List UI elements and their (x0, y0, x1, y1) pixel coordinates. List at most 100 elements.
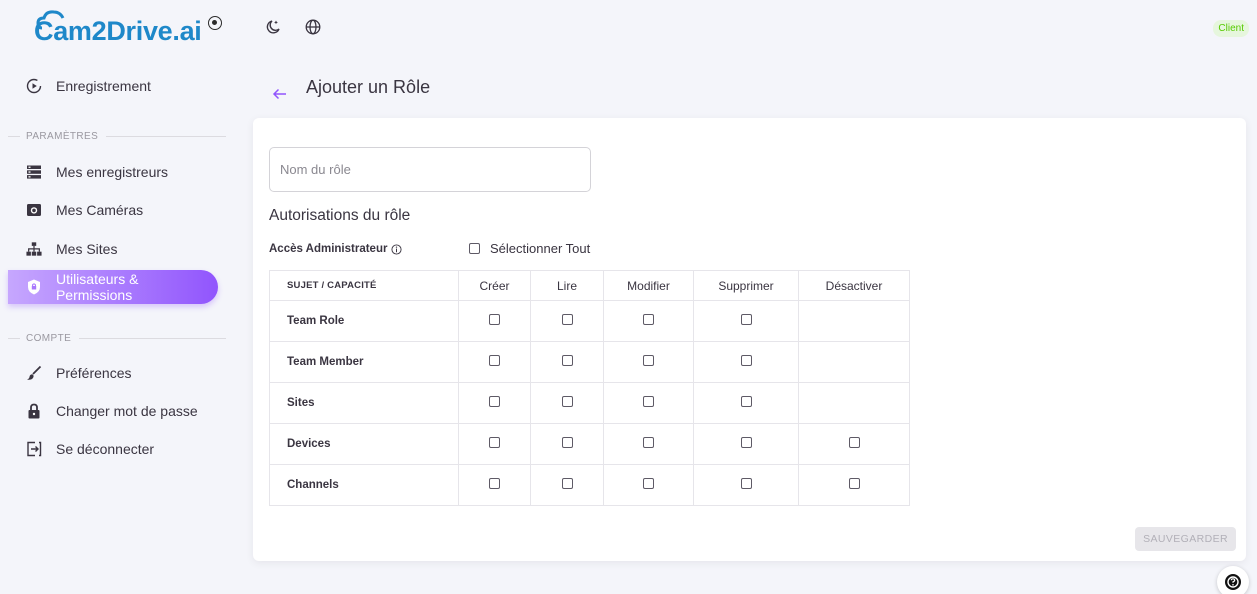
table-cell (603, 382, 694, 424)
permission-checkbox[interactable] (489, 396, 500, 407)
permission-checkbox[interactable] (643, 355, 654, 366)
table-cell (798, 464, 910, 506)
sidebar-item-label: Enregistrement (56, 78, 151, 94)
arrow-left-icon[interactable] (272, 86, 288, 102)
table-cell (530, 464, 604, 506)
table-row: Devices (269, 423, 910, 465)
table-cell (530, 300, 604, 342)
table-cell (798, 423, 910, 465)
role-badge: Client (1213, 20, 1249, 37)
column-header-subject: SUJET / CAPACITÉ (269, 270, 459, 301)
checkbox[interactable] (469, 243, 480, 254)
logo[interactable]: Cam2Drive.ai (34, 10, 222, 48)
sidebar-item-label: Mes Sites (56, 241, 118, 257)
table-cell (603, 464, 694, 506)
table-row: Sites (269, 382, 910, 424)
sidebar-item-label: Préférences (56, 365, 132, 381)
permission-checkbox[interactable] (489, 478, 500, 489)
table-cell (458, 423, 531, 465)
row-subject-label: Channels (269, 464, 459, 506)
camera-icon (26, 202, 42, 218)
sidebar-item-preferences[interactable]: Préférences (8, 356, 218, 390)
permissions-title: Autorisations du rôle (269, 207, 411, 224)
sidebar-item-label: Changer mot de passe (56, 403, 198, 419)
help-icon (1225, 574, 1241, 590)
permission-checkbox[interactable] (561, 437, 573, 448)
role-form-card: Autorisations du rôle Accès Administrate… (253, 118, 1246, 561)
page-title: Ajouter un Rôle (306, 77, 431, 97)
globe-icon[interactable] (304, 18, 322, 36)
sidebar-item-label: Utilisateurs & Permissions (55, 271, 139, 303)
table-cell (693, 382, 799, 424)
permission-checkbox[interactable] (561, 478, 573, 489)
table-cell (798, 382, 910, 424)
moon-star-icon[interactable] (264, 18, 282, 36)
permission-checkbox[interactable] (740, 314, 752, 325)
permission-checkbox[interactable] (561, 355, 573, 366)
column-header-read: Lire (530, 270, 604, 301)
server-icon (26, 164, 42, 180)
permission-checkbox[interactable] (740, 396, 752, 407)
column-header-delete: Supprimer (693, 270, 799, 301)
permission-checkbox[interactable] (848, 478, 860, 489)
sidebar-item-label: Mes Caméras (56, 202, 144, 218)
table-cell (798, 341, 910, 383)
permission-checkbox[interactable] (643, 437, 654, 448)
info-icon[interactable] (391, 243, 402, 255)
permission-checkbox[interactable] (848, 437, 860, 448)
sidebar-item-label: Mes enregistreurs (56, 164, 169, 180)
save-button[interactable]: SAUVEGARDER (1135, 527, 1236, 551)
brush-icon (26, 365, 42, 381)
section-settings: PARAMÈTRES (8, 131, 226, 142)
permission-checkbox[interactable] (643, 478, 654, 489)
select-all-checkbox[interactable]: Sélectionner Tout (469, 241, 590, 256)
sidebar-item-cameras[interactable]: Mes Caméras (8, 193, 218, 227)
table-cell (693, 464, 799, 506)
table-cell (458, 341, 531, 383)
table-header-row: SUJET / CAPACITÉ Créer Lire Modifier Sup… (269, 270, 910, 301)
table-cell (530, 341, 604, 383)
table-cell (603, 341, 694, 383)
lock-icon (26, 403, 42, 419)
shield-lock-icon (26, 279, 42, 295)
table-cell (603, 300, 694, 342)
sidebar-item-enregistreurs[interactable]: Mes enregistreurs (8, 155, 218, 189)
column-header-disable: Désactiver (798, 270, 910, 301)
permission-checkbox[interactable] (489, 314, 500, 325)
sitemap-icon (26, 241, 42, 257)
play-circle-icon (26, 78, 42, 94)
permission-checkbox[interactable] (740, 478, 752, 489)
sidebar-item-users-permissions[interactable]: Utilisateurs & Permissions (8, 270, 218, 304)
table-cell (530, 423, 604, 465)
table-cell (693, 341, 799, 383)
table-cell (458, 464, 531, 506)
sidebar-item-enregistrement[interactable]: Enregistrement (8, 69, 218, 103)
table-cell (693, 423, 799, 465)
sidebar-item-change-password[interactable]: Changer mot de passe (8, 394, 218, 428)
table-cell (693, 300, 799, 342)
permissions-table-body: Team Role Team Member Sites Devices Channels (269, 300, 910, 506)
permission-checkbox[interactable] (643, 396, 654, 407)
table-cell (458, 382, 531, 424)
row-subject-label: Sites (269, 382, 459, 424)
table-row: Team Member (269, 341, 910, 383)
table-cell (530, 382, 604, 424)
permission-checkbox[interactable] (740, 355, 752, 366)
permission-checkbox[interactable] (489, 437, 500, 448)
permissions-table: SUJET / CAPACITÉ Créer Lire Modifier Sup… (269, 270, 910, 506)
permission-checkbox[interactable] (740, 437, 752, 448)
sidebar-item-logout[interactable]: Se déconnecter (8, 432, 218, 466)
permission-checkbox[interactable] (489, 355, 500, 366)
role-name-input[interactable] (269, 147, 591, 192)
permission-checkbox[interactable] (643, 314, 654, 325)
permission-checkbox[interactable] (561, 396, 573, 407)
permission-checkbox[interactable] (561, 314, 573, 325)
column-header-create: Créer (458, 270, 531, 301)
sidebar-item-sites[interactable]: Mes Sites (8, 232, 218, 266)
table-cell (798, 300, 910, 342)
help-button[interactable] (1217, 566, 1249, 594)
row-subject-label: Team Role (269, 300, 459, 342)
sidebar: Cam2Drive.ai Enregistrement PARAMÈTRES M… (8, 8, 238, 594)
record-icon (207, 16, 222, 30)
table-row: Team Role (269, 300, 910, 342)
